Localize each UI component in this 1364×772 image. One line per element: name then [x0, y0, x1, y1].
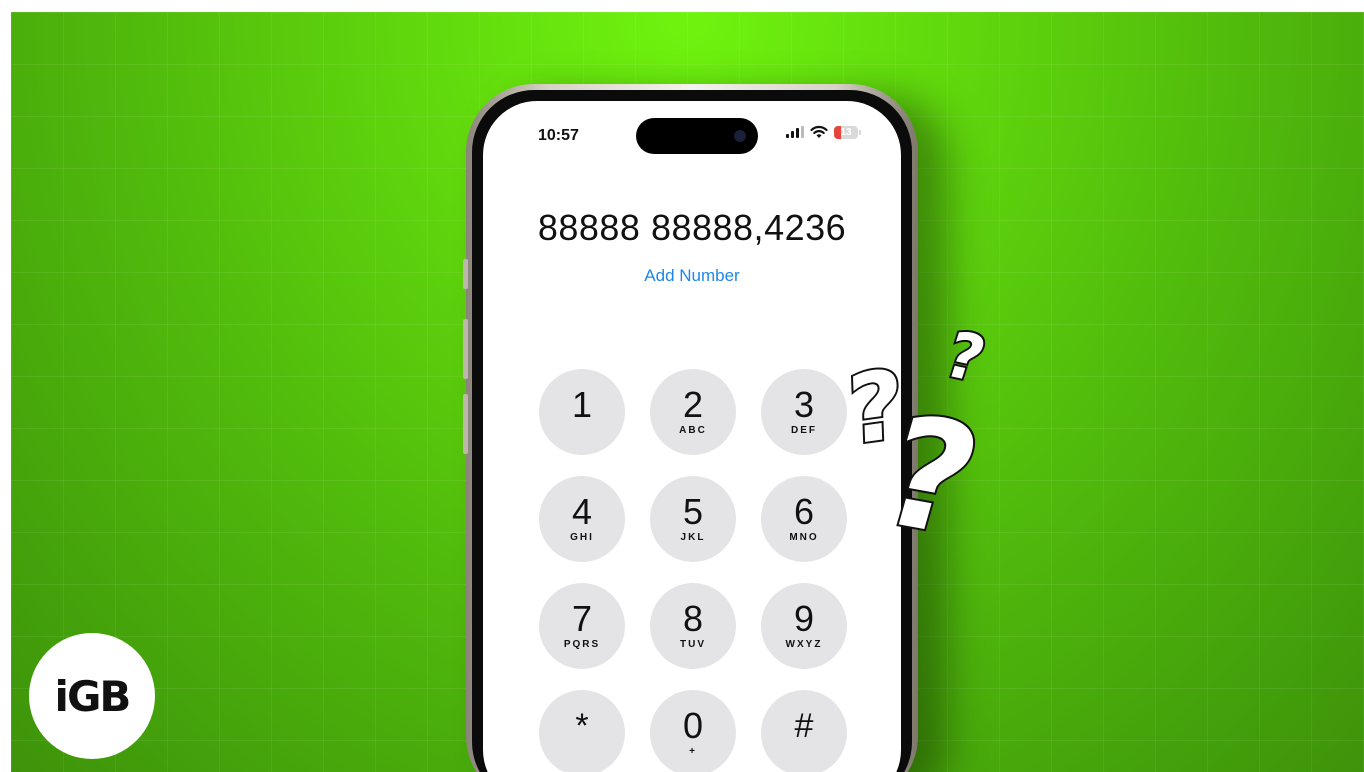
volume-down-button: [463, 394, 468, 454]
key-0[interactable]: 0 +: [650, 690, 736, 772]
key-digit: 8: [682, 598, 704, 639]
dialed-number: 88888 88888,4236: [537, 207, 847, 248]
front-camera-icon: [734, 130, 746, 142]
key-digit: 1: [571, 384, 593, 425]
key-3[interactable]: 3 DEF: [761, 369, 847, 455]
key-letters: TUV: [680, 639, 706, 650]
key-letters: JKL: [680, 532, 706, 543]
key-digit: #: [794, 707, 814, 745]
key-letters: ABC: [679, 425, 707, 436]
key-1[interactable]: 1: [539, 369, 625, 455]
status-time: 10:57: [538, 127, 579, 144]
key-9[interactable]: 9 WXYZ: [761, 583, 847, 669]
key-digit: 7: [571, 598, 593, 639]
key-4[interactable]: 4 GHI: [539, 476, 625, 562]
key-8[interactable]: 8 TUV: [650, 583, 736, 669]
key-7[interactable]: 7 PQRS: [539, 583, 625, 669]
igb-logo: iGB: [29, 633, 155, 759]
key-letters: DEF: [791, 425, 817, 436]
wifi-icon: [810, 125, 828, 138]
add-number-button[interactable]: Add Number: [483, 266, 901, 286]
key-hash[interactable]: #: [761, 690, 847, 772]
key-star[interactable]: *: [539, 690, 625, 772]
key-5[interactable]: 5 JKL: [650, 476, 736, 562]
key-digit: 6: [793, 491, 815, 532]
status-icons: 13: [786, 125, 861, 139]
battery-level: 13: [840, 126, 852, 138]
phone-bezel: 10:57 13 88888 88888,4236 Add Number 1 2…: [472, 90, 912, 772]
phone-screen: 10:57 13 88888 88888,4236 Add Number 1 2…: [483, 101, 901, 772]
key-letters: PQRS: [563, 639, 601, 650]
key-letters: +: [689, 746, 697, 757]
key-6[interactable]: 6 MNO: [761, 476, 847, 562]
key-letters: GHI: [570, 532, 594, 543]
key-digit: 9: [793, 598, 815, 639]
cellular-signal-icon: [786, 126, 804, 138]
key-digit: 3: [793, 384, 815, 425]
key-digit: 5: [682, 491, 704, 532]
question-mark-icon: ?: [937, 318, 994, 397]
logo-text: iGB: [54, 671, 132, 721]
volume-up-button: [463, 319, 468, 379]
key-letters: MNO: [789, 532, 819, 543]
keypad: 1 2 ABC 3 DEF 4 GHI 5 JKL 6 MNO 7 PQRS 8 TUV 9W…: [539, 369, 847, 772]
battery-icon: 13: [834, 125, 858, 139]
key-digit: 4: [571, 491, 593, 532]
key-2[interactable]: 2 ABC: [650, 369, 736, 455]
action-button: [463, 259, 468, 289]
dynamic-island: [636, 118, 758, 154]
key-digit: *: [575, 707, 589, 745]
key-digit: 0: [682, 705, 704, 746]
question-marks-decoration: ? ? ?: [849, 316, 999, 542]
key-letters: WXYZ: [785, 639, 823, 650]
key-digit: 2: [682, 384, 704, 425]
battery-cap-icon: [859, 129, 861, 135]
background: 10:57 13 88888 88888,4236 Add Number 1 2…: [11, 12, 1364, 772]
